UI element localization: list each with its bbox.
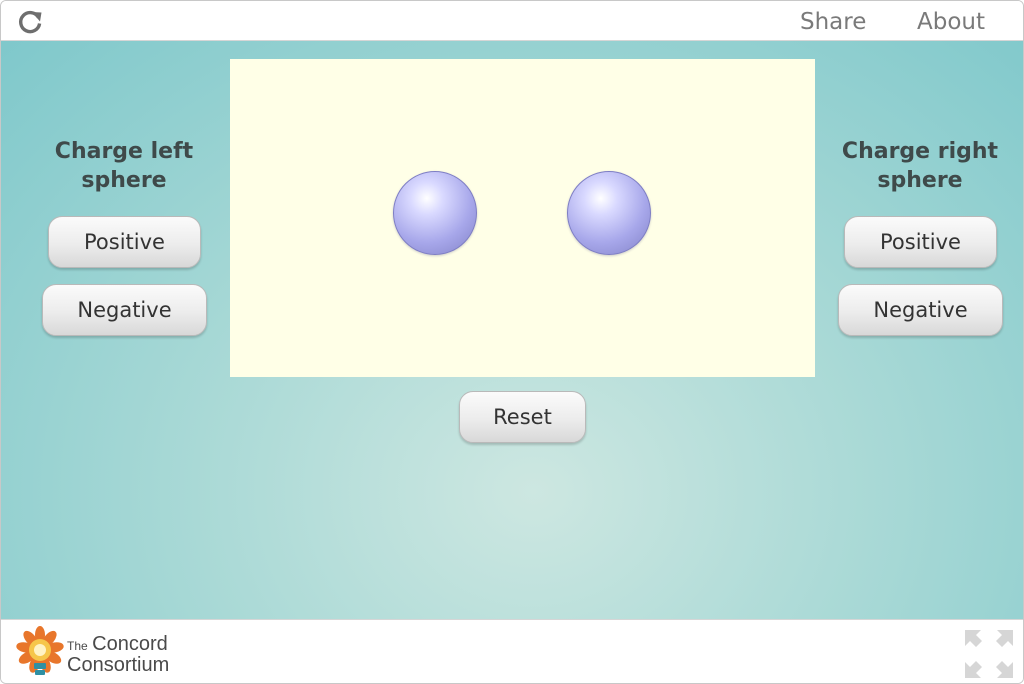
left-negative-button[interactable]: Negative <box>42 284 207 336</box>
left-title-line1: Charge left <box>54 139 194 164</box>
left-title-line2: sphere <box>81 168 167 193</box>
left-positive-button[interactable]: Positive <box>48 216 201 268</box>
logo-text: The Concord Consortium <box>67 633 170 676</box>
right-positive-button[interactable]: Positive <box>844 216 997 268</box>
fullscreen-icon[interactable] <box>963 628 1015 680</box>
reload-icon[interactable] <box>17 9 43 35</box>
left-sphere[interactable] <box>393 171 477 255</box>
reset-button[interactable]: Reset <box>459 391 586 443</box>
lightbulb-flower-icon <box>16 626 64 675</box>
bottom-bar: The Concord Consortium <box>1 619 1023 683</box>
simulation-canvas[interactable] <box>230 59 815 377</box>
concord-consortium-logo[interactable]: The Concord Consortium <box>15 626 195 682</box>
simulation-stage: Charge left sphere Positive Negative Res… <box>1 41 1023 619</box>
top-bar: Share About <box>1 1 1023 41</box>
right-title-line1: Charge right <box>841 139 999 164</box>
about-link[interactable]: About <box>917 9 985 35</box>
logo-consortium: Consortium <box>67 654 170 676</box>
right-title-line2: sphere <box>877 168 963 193</box>
right-sphere[interactable] <box>567 171 651 255</box>
logo-the: The <box>67 639 88 653</box>
app-frame: Share About Charge left sphere Positive … <box>0 0 1024 684</box>
right-negative-button[interactable]: Negative <box>838 284 1003 336</box>
share-link[interactable]: Share <box>800 9 866 35</box>
right-sphere-title: Charge right sphere <box>830 137 1010 195</box>
logo-concord: Concord <box>92 633 168 655</box>
left-sphere-title: Charge left sphere <box>34 137 214 195</box>
